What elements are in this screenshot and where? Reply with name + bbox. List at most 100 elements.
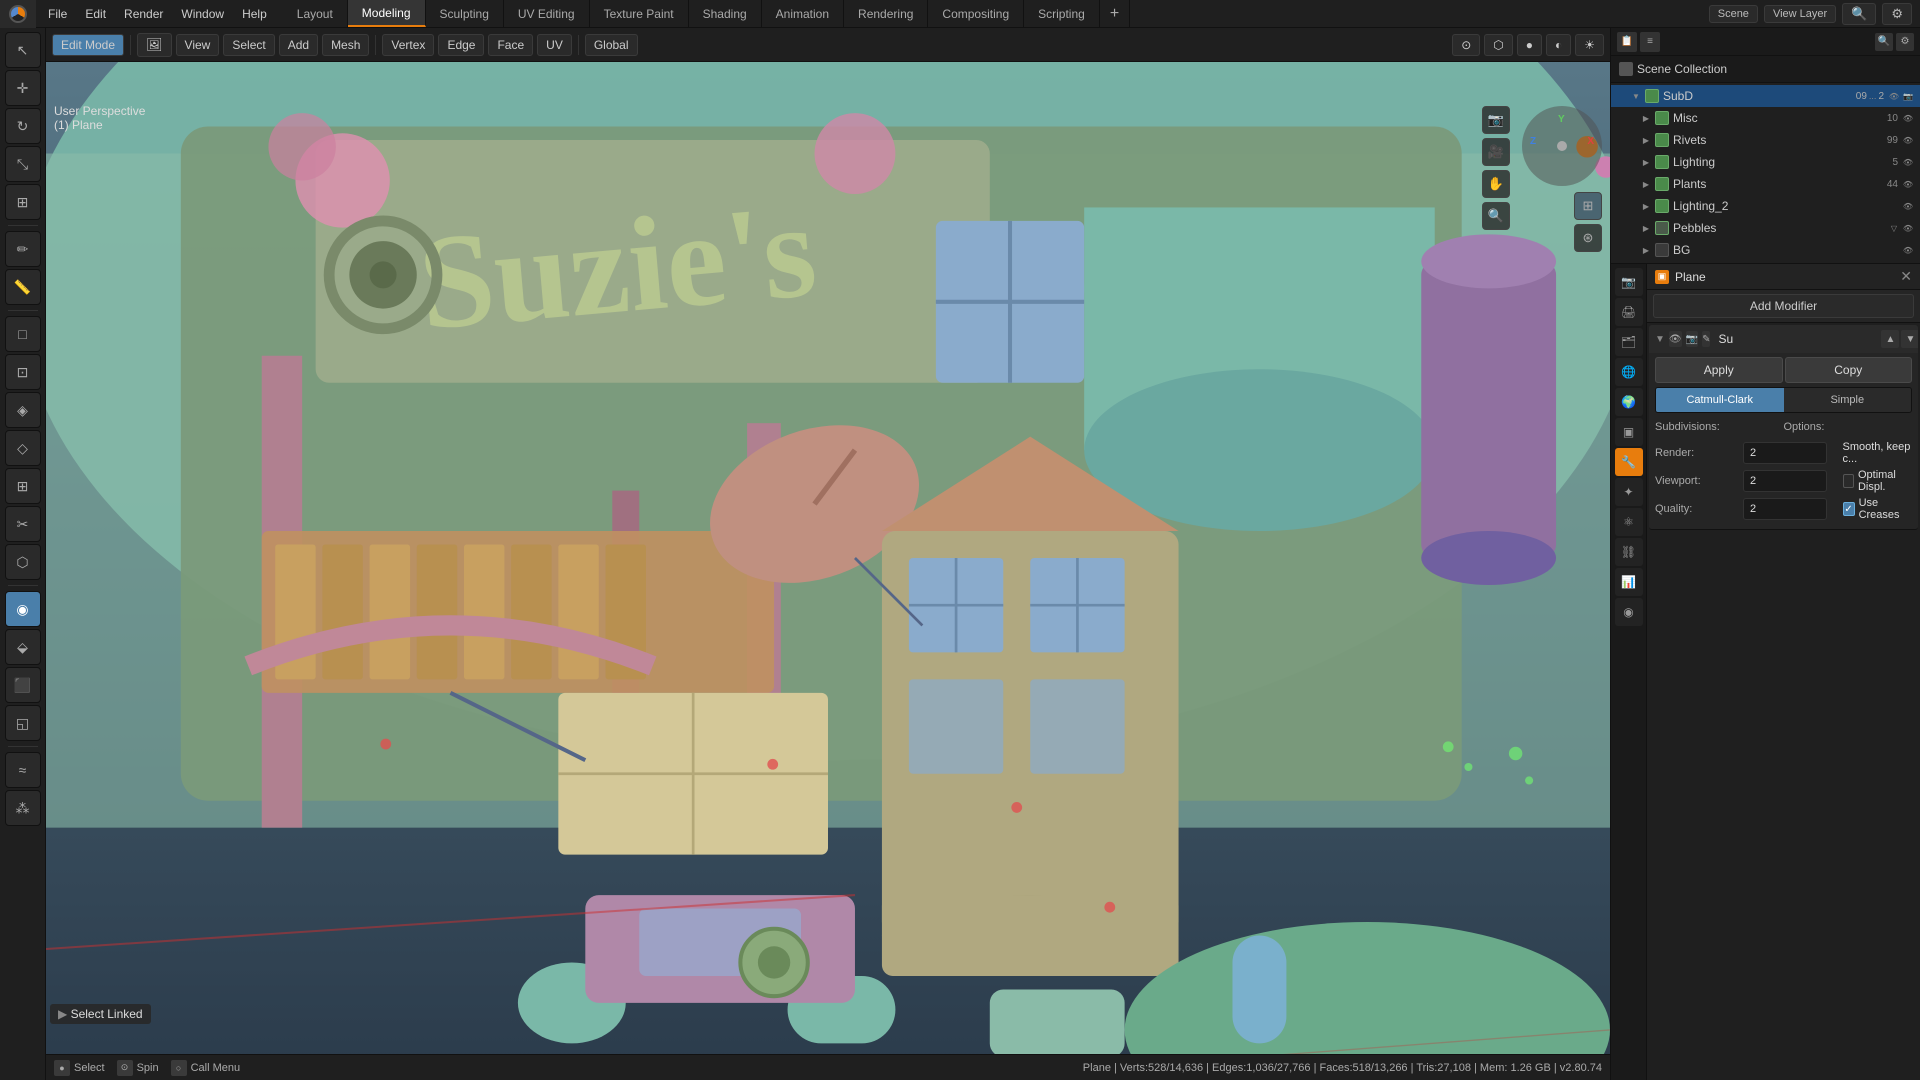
- modifier-move-down[interactable]: ▼: [1901, 330, 1918, 348]
- collection-item-pebbles[interactable]: ▶ Pebbles ▽ 👁: [1611, 217, 1920, 239]
- outliner-icon[interactable]: 📋: [1617, 32, 1637, 52]
- collection-item-lighting[interactable]: ▶ Lighting 5 👁: [1611, 151, 1920, 173]
- catmull-clark-tab[interactable]: Catmull-Clark: [1656, 388, 1784, 412]
- menu-edit[interactable]: Edit: [77, 4, 114, 24]
- coll-arrow-plants[interactable]: ▶: [1641, 179, 1651, 189]
- coll-pebbles-tri[interactable]: ▽: [1888, 222, 1900, 234]
- material-mode[interactable]: ◐: [1546, 34, 1571, 56]
- optimal-displ-checkbox[interactable]: [1843, 474, 1854, 488]
- modifier-expand-arrow[interactable]: ▼: [1655, 334, 1665, 345]
- outliner-filter2[interactable]: ⚙: [1896, 33, 1914, 51]
- tool-scale[interactable]: ⤡: [5, 146, 41, 182]
- coll-arrow-pebbles[interactable]: ▶: [1641, 223, 1651, 233]
- props-material-icon[interactable]: ◉: [1615, 598, 1643, 626]
- coll-misc-eye[interactable]: 👁: [1902, 112, 1914, 124]
- props-constraints-icon[interactable]: ⛓: [1615, 538, 1643, 566]
- props-output-icon[interactable]: 🖨: [1615, 298, 1643, 326]
- coll-checkbox-rivets[interactable]: [1655, 133, 1669, 147]
- edge-btn[interactable]: Edge: [438, 34, 484, 56]
- tool-knife[interactable]: ✂: [5, 506, 41, 542]
- tool-measure[interactable]: 📏: [5, 269, 41, 305]
- tool-push-pull[interactable]: ⬛: [5, 667, 41, 703]
- tool-add-cube[interactable]: □: [5, 316, 41, 352]
- modifier-move-up[interactable]: ▲: [1881, 330, 1899, 348]
- render-value-input[interactable]: 2: [1743, 442, 1827, 464]
- tool-extrude[interactable]: ⊡: [5, 354, 41, 390]
- collection-item-plants[interactable]: ▶ Plants 44 👁: [1611, 173, 1920, 195]
- tool-cursor[interactable]: ↖: [5, 32, 41, 68]
- tab-uv-editing[interactable]: UV Editing: [504, 0, 590, 27]
- modifier-edit-toggle[interactable]: ✎: [1702, 331, 1710, 347]
- blender-logo[interactable]: [0, 0, 36, 28]
- transform-orient-btn[interactable]: Global: [585, 34, 638, 56]
- viewport-3d[interactable]: Edit Mode 🖼 View Select Add Mesh Vertex …: [46, 28, 1610, 1080]
- coll-arrow-bg[interactable]: ▶: [1641, 245, 1651, 255]
- coll-arrow-subd[interactable]: ▼: [1631, 91, 1641, 101]
- menu-file[interactable]: File: [40, 4, 75, 24]
- apply-modifier-button[interactable]: Apply: [1655, 357, 1783, 383]
- coll-arrow-lighting[interactable]: ▶: [1641, 157, 1651, 167]
- tool-poly-build[interactable]: ⬡: [5, 544, 41, 580]
- search-btn[interactable]: 🔍: [1842, 3, 1876, 25]
- modifier-render-toggle[interactable]: 📷: [1686, 331, 1698, 347]
- tool-transform[interactable]: ⊞: [5, 184, 41, 220]
- coll-checkbox-pebbles[interactable]: [1655, 221, 1669, 235]
- collection-item-misc[interactable]: ▶ Misc 10 👁: [1611, 107, 1920, 129]
- simple-tab[interactable]: Simple: [1784, 388, 1912, 412]
- outliner-filter[interactable]: ≡: [1640, 32, 1660, 52]
- camera-icon-btn[interactable]: 📷: [1482, 106, 1510, 134]
- collection-item-bg[interactable]: ▶ BG 👁: [1611, 239, 1920, 261]
- menu-window[interactable]: Window: [173, 4, 232, 24]
- tab-texture-paint[interactable]: Texture Paint: [590, 0, 689, 27]
- tool-inset[interactable]: ◈: [5, 392, 41, 428]
- render-mode[interactable]: ☀: [1575, 34, 1604, 56]
- mesh-btn[interactable]: Mesh: [322, 34, 369, 56]
- coll-bg-eye[interactable]: 👁: [1902, 244, 1914, 256]
- viewport-value-input[interactable]: 2: [1743, 470, 1827, 492]
- tab-scripting[interactable]: Scripting: [1024, 0, 1100, 27]
- mode-selector[interactable]: Edit Mode: [52, 34, 124, 56]
- coll-rivets-eye[interactable]: 👁: [1902, 134, 1914, 146]
- coll-checkbox-lighting2[interactable]: [1655, 199, 1669, 213]
- tool-randomize[interactable]: ⁂: [5, 790, 41, 826]
- outliner-search[interactable]: 🔍: [1875, 33, 1893, 51]
- move-icon-btn[interactable]: ✋: [1482, 170, 1510, 198]
- object-close-btn[interactable]: ✕: [1900, 268, 1912, 285]
- viewport-display-btn[interactable]: 🖼: [137, 33, 172, 57]
- collection-item-lighting2[interactable]: ▶ Lighting_2 👁: [1611, 195, 1920, 217]
- tool-active[interactable]: ◉: [5, 591, 41, 627]
- vertex-btn[interactable]: Vertex: [382, 34, 434, 56]
- movie-icon-btn[interactable]: 🎥: [1482, 138, 1510, 166]
- tab-rendering[interactable]: Rendering: [844, 0, 928, 27]
- zoom-icon-btn[interactable]: 🔍: [1482, 202, 1510, 230]
- props-view-layer-icon[interactable]: 🗂: [1615, 328, 1643, 356]
- quality-value-input[interactable]: 2: [1743, 498, 1827, 520]
- coll-lighting2-eye[interactable]: 👁: [1902, 200, 1914, 212]
- copy-modifier-button[interactable]: Copy: [1785, 357, 1913, 383]
- tab-shading[interactable]: Shading: [689, 0, 762, 27]
- tab-animation[interactable]: Animation: [762, 0, 844, 27]
- coll-checkbox-plants[interactable]: [1655, 177, 1669, 191]
- face-btn[interactable]: Face: [488, 34, 533, 56]
- tool-annotate[interactable]: ✏: [5, 231, 41, 267]
- uv-btn[interactable]: UV: [537, 34, 572, 56]
- props-modifiers-icon[interactable]: 🔧: [1615, 448, 1643, 476]
- viewport-gizmo[interactable]: Y X Z: [1522, 106, 1602, 186]
- menu-help[interactable]: Help: [234, 4, 275, 24]
- nav-fly-btn[interactable]: ⊛: [1574, 224, 1602, 252]
- tool-smooth[interactable]: ≈: [5, 752, 41, 788]
- add-btn[interactable]: Add: [279, 34, 318, 56]
- tab-modeling[interactable]: Modeling: [348, 0, 426, 27]
- tab-sculpting[interactable]: Sculpting: [426, 0, 504, 27]
- tool-shear[interactable]: ◱: [5, 705, 41, 741]
- coll-eye-icon[interactable]: 👁: [1888, 90, 1900, 102]
- collection-item-rivets[interactable]: ▶ Rivets 99 👁: [1611, 129, 1920, 151]
- nav-orthogonal-btn[interactable]: ⊞: [1574, 192, 1602, 220]
- collection-item-subd[interactable]: ▼ SubD 09 ... 2 👁 📷: [1611, 85, 1920, 107]
- coll-pebbles-eye[interactable]: 👁: [1902, 222, 1914, 234]
- view-layer-selector[interactable]: View Layer: [1764, 5, 1836, 23]
- wireframe-toggle[interactable]: ⬡: [1484, 34, 1512, 56]
- coll-checkbox-bg[interactable]: [1655, 243, 1669, 257]
- select-btn[interactable]: Select: [223, 34, 274, 56]
- gizmo-circle[interactable]: Y X Z: [1522, 106, 1602, 186]
